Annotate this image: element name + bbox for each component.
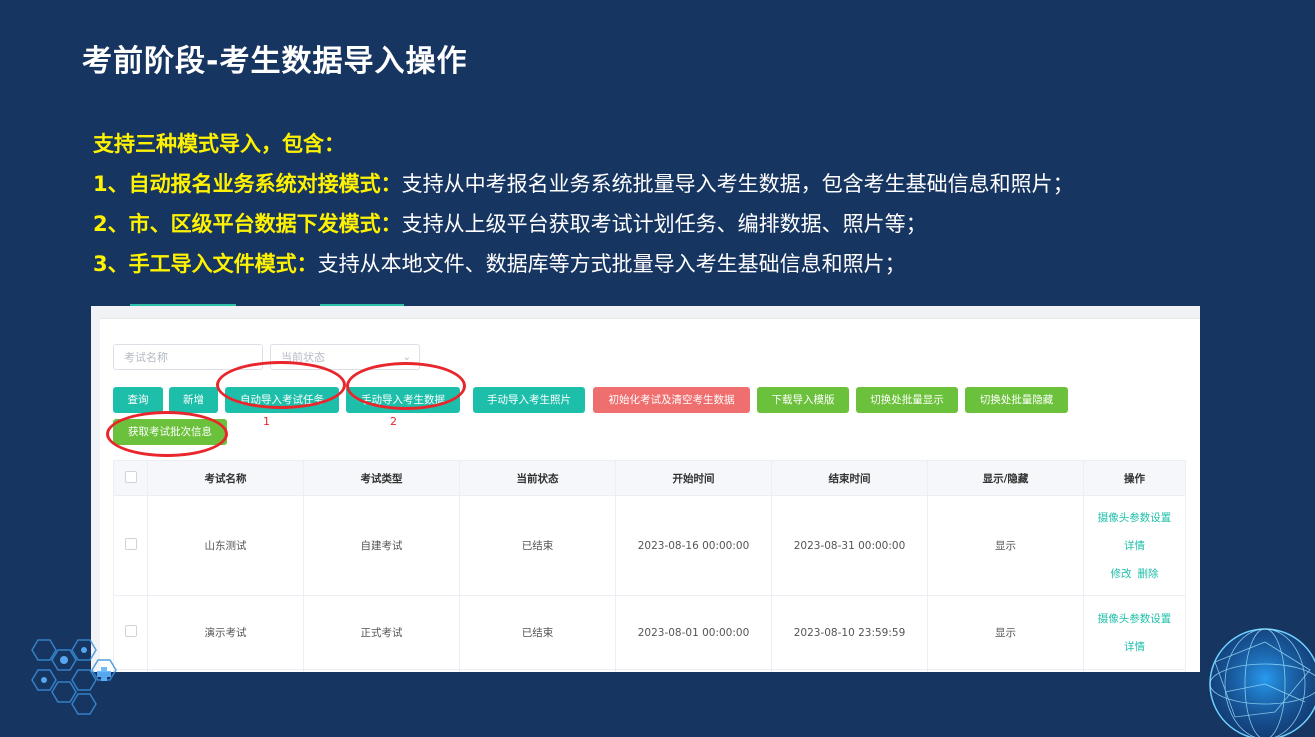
highlight-circle <box>346 362 466 410</box>
manual-import-photos-button[interactable]: 手动导入考生照片 <box>473 387 585 413</box>
select-all-checkbox[interactable] <box>124 470 137 483</box>
exam-table: 考试名称 考试类型 当前状态 开始时间 结束时间 显示/隐藏 操作 山东测试 自… <box>113 460 1186 672</box>
highlight-circle <box>216 361 346 409</box>
feature-item-1: 1、自动报名业务系统对接模式：支持从中考报名业务系统批量导入考生数据，包含考生基… <box>93 172 1074 196</box>
exam-name-cell: 演示考试 <box>147 595 304 670</box>
add-button[interactable]: 新增 <box>169 387 218 413</box>
camera-settings-link[interactable]: 摄像头参数设置 <box>1085 605 1184 633</box>
batch-hide-button[interactable]: 切换处批量隐藏 <box>965 387 1068 413</box>
slide-title: 考前阶段-考生数据导入操作 <box>82 44 468 79</box>
column-header: 当前状态 <box>459 460 616 496</box>
column-header: 考试名称 <box>147 460 304 496</box>
detail-link[interactable]: 详情 <box>1085 633 1184 661</box>
select-all-header <box>113 460 148 496</box>
column-header: 开始时间 <box>615 460 772 496</box>
highlight-circle <box>106 411 228 457</box>
table-header: 考试名称 考试类型 当前状态 开始时间 结束时间 显示/隐藏 操作 <box>113 460 1186 496</box>
exam-name-placeholder: 考试名称 <box>124 351 168 364</box>
row-checkbox[interactable] <box>124 538 137 550</box>
camera-settings-link[interactable]: 摄像头参数设置 <box>1085 504 1184 532</box>
edit-link[interactable]: 修改 <box>1111 568 1132 580</box>
app-screenshot: 考试名称 当前状态 ⌄ 查询 新增 自动导入考试任务 手动导入考生数据 手动导入… <box>91 306 1200 672</box>
ops-cell: 摄像头参数设置 详情 <box>1083 595 1186 670</box>
feature-item-2: 2、市、区级平台数据下发模式：支持从上级平台获取考试计划任务、编排数据、照片等； <box>93 212 927 236</box>
end-time-cell: 2023-08-10 23:59:59 <box>771 595 928 670</box>
delete-link[interactable]: 删除 <box>1138 568 1159 580</box>
download-template-button[interactable]: 下载导入模版 <box>757 387 849 413</box>
column-header: 考试类型 <box>303 460 460 496</box>
batch-show-button[interactable]: 切换处批量显示 <box>856 387 958 413</box>
exam-type-cell: 自建考试 <box>303 495 460 596</box>
init-clear-button[interactable]: 初始化考试及清空考生数据 <box>593 387 750 413</box>
start-time-cell: 2023-08-01 00:00:00 <box>615 595 772 670</box>
column-header: 操作 <box>1083 460 1186 496</box>
column-header: 结束时间 <box>771 460 928 496</box>
table-row: 山东测试 自建考试 已结束 2023-08-16 00:00:00 2023-0… <box>113 495 1186 596</box>
medical-hexagon-decoration <box>31 639 117 715</box>
detail-link[interactable]: 详情 <box>1085 532 1184 560</box>
status-cell: 已结束 <box>459 495 616 596</box>
ops-cell: 摄像头参数设置 详情 修改 删除 <box>1083 495 1186 596</box>
feature-item-3: 3、手工导入文件模式：支持从本地文件、数据库等方式批量导入考生基础信息和照片； <box>93 252 906 276</box>
table-row: 演示考试 正式考试 已结束 2023-08-01 00:00:00 2023-0… <box>113 595 1186 670</box>
feature-intro: 支持三种模式导入，包含： <box>93 132 345 156</box>
exam-name-cell: 山东测试 <box>147 495 304 596</box>
exam-management-panel: 考试名称 当前状态 ⌄ 查询 新增 自动导入考试任务 手动导入考生数据 手动导入… <box>100 318 1200 672</box>
marker-1: 1 <box>263 415 270 428</box>
table-row <box>113 669 1186 672</box>
visibility-cell: 显示 <box>927 595 1084 670</box>
edit-delete-links: 修改 删除 <box>1085 560 1184 588</box>
exam-type-cell: 正式考试 <box>303 595 460 670</box>
marker-2: 2 <box>390 415 397 428</box>
start-time-cell: 2023-08-16 00:00:00 <box>615 495 772 596</box>
end-time-cell: 2023-08-31 00:00:00 <box>771 495 928 596</box>
column-header: 显示/隐藏 <box>927 460 1084 496</box>
query-button[interactable]: 查询 <box>113 387 163 413</box>
feature-list: 支持三种模式导入，包含： 1、自动报名业务系统对接模式：支持从中考报名业务系统批… <box>93 128 1074 288</box>
globe-network-decoration <box>1209 628 1315 737</box>
visibility-cell: 显示 <box>927 495 1084 596</box>
status-cell: 已结束 <box>459 595 616 670</box>
